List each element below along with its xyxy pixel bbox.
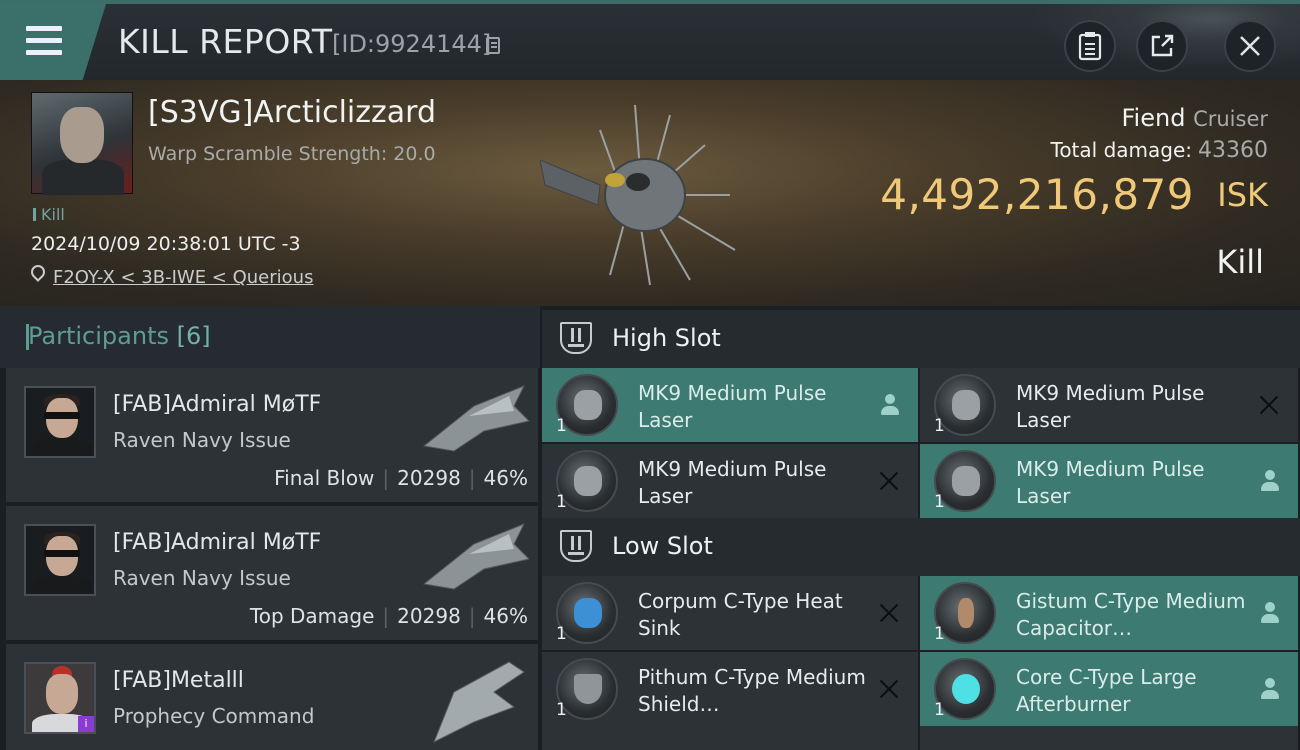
module-quantity: 1 xyxy=(934,700,945,720)
person-icon xyxy=(880,394,900,416)
participant-name: [FAB]Metalll xyxy=(113,668,244,693)
module-name: Core C-Type Large Afterburner xyxy=(1016,665,1197,716)
module-slot[interactable]: 1 Core C-Type Large Afterburner xyxy=(920,652,1298,726)
warp-scramble-strength: Warp Scramble Strength: 20.0 xyxy=(148,143,436,165)
participant-percent: 46% xyxy=(483,466,528,490)
participants-count: [6] xyxy=(176,322,211,350)
participant-damage: 20298 xyxy=(397,604,461,628)
module-name: MK9 Medium Pulse Laser xyxy=(1016,457,1205,508)
participant-name: [FAB]Admiral MøTF xyxy=(113,530,322,555)
person-icon xyxy=(1260,678,1280,700)
kill-location-link[interactable]: F2OY-X < 3B-IWE < Querious xyxy=(53,267,313,288)
participant-row[interactable]: i [FAB]Metalll Prophecy Command xyxy=(6,644,538,750)
menu-button[interactable] xyxy=(0,4,106,80)
module-slot[interactable]: 1 MK9 Medium Pulse Laser xyxy=(542,444,918,518)
participant-ship: Raven Navy Issue xyxy=(113,428,291,452)
victim-avatar[interactable] xyxy=(31,92,133,195)
module-slot[interactable]: 1 Gistum C-Type Medium Capacitor… xyxy=(920,576,1298,650)
close-button[interactable] xyxy=(1224,20,1276,72)
module-name: Corpum C-Type Heat Sink xyxy=(638,589,843,640)
destroyed-icon xyxy=(878,602,900,624)
participant-percent: 46% xyxy=(483,604,528,628)
module-name: MK9 Medium Pulse Laser xyxy=(638,381,827,432)
isk-unit: ISK xyxy=(1217,176,1268,214)
participant-ship: Prophecy Command xyxy=(113,704,315,728)
low-slot-header: Low Slot xyxy=(542,518,1300,576)
participant-stats: Final Blow | 20298 | 46% xyxy=(274,466,528,490)
module-quantity: 1 xyxy=(556,624,567,644)
participant-role: Final Blow xyxy=(274,466,375,490)
module-quantity: 1 xyxy=(934,416,945,436)
person-icon xyxy=(1260,470,1280,492)
low-slot-label: Low Slot xyxy=(612,532,713,560)
clipboard-button[interactable] xyxy=(1064,20,1116,72)
ship-name[interactable]: Fiend Cruiser xyxy=(1121,104,1268,132)
module-name: Pithum C-Type Medium Shield… xyxy=(638,665,866,716)
menu-icon xyxy=(26,26,62,31)
isk-value: 4,492,216,879 xyxy=(880,170,1194,219)
module-name: MK9 Medium Pulse Laser xyxy=(1016,381,1205,432)
total-damage: Total damage: 43360 xyxy=(1050,138,1269,163)
participant-damage: 20298 xyxy=(397,466,461,490)
module-quantity: 1 xyxy=(934,492,945,512)
high-slot-header: High Slot xyxy=(542,310,1300,368)
participant-role: Top Damage xyxy=(249,604,375,628)
participant-ship-image xyxy=(422,385,530,452)
module-slot-partial[interactable] xyxy=(920,726,1298,750)
victim-ship-image xyxy=(540,104,736,286)
module-name: MK9 Medium Pulse Laser xyxy=(638,457,827,508)
destroyed-icon xyxy=(1258,394,1280,416)
kill-tag: Kill xyxy=(33,205,65,224)
high-slot-icon xyxy=(560,322,592,354)
participant-avatar xyxy=(24,386,96,458)
participant-row[interactable]: [FAB]Admiral MøTF Raven Navy Issue Final… xyxy=(6,368,538,502)
export-icon xyxy=(1151,34,1174,57)
participant-ship-image xyxy=(422,523,530,590)
module-slot-partial[interactable] xyxy=(542,726,918,750)
participant-avatar: i xyxy=(24,662,96,734)
clipboard-icon xyxy=(1078,32,1102,61)
module-name: Gistum C-Type Medium Capacitor… xyxy=(1016,589,1246,640)
low-slot-icon xyxy=(560,530,592,562)
ship-class: Cruiser xyxy=(1193,107,1268,131)
module-quantity: 1 xyxy=(556,416,567,436)
module-slot[interactable]: 1 Pithum C-Type Medium Shield… xyxy=(542,652,918,726)
report-id: [ID:9924144] xyxy=(332,30,492,58)
participants-title[interactable]: Participants [6] xyxy=(26,322,211,350)
top-bar: KILL REPORT [ID:9924144] xyxy=(0,0,1300,80)
corp-badge: i xyxy=(78,716,94,732)
participant-name: [FAB]Admiral MøTF xyxy=(113,392,322,417)
module-slot[interactable]: 1 Corpum C-Type Heat Sink xyxy=(542,576,918,650)
total-damage-value: 43360 xyxy=(1198,138,1268,163)
participant-ship-image xyxy=(433,661,525,744)
module-quantity: 1 xyxy=(556,700,567,720)
participant-row[interactable]: [FAB]Admiral MøTF Raven Navy Issue Top D… xyxy=(6,506,538,640)
high-slot-label: High Slot xyxy=(612,324,721,352)
result-label: Kill xyxy=(1216,243,1264,281)
destroyed-icon xyxy=(878,470,900,492)
module-slot[interactable]: 1 MK9 Medium Pulse Laser xyxy=(920,444,1298,518)
participant-ship: Raven Navy Issue xyxy=(113,566,291,590)
close-icon xyxy=(1240,36,1260,56)
participant-stats: Top Damage | 20298 | 46% xyxy=(249,604,528,628)
export-button[interactable] xyxy=(1136,20,1188,72)
participant-avatar xyxy=(24,524,96,596)
destroyed-icon xyxy=(878,678,900,700)
kill-datetime: 2024/10/09 20:38:01 UTC -3 xyxy=(31,233,301,255)
module-quantity: 1 xyxy=(934,624,945,644)
page-title: KILL REPORT xyxy=(118,22,333,61)
module-slot[interactable]: 1 MK9 Medium Pulse Laser xyxy=(542,368,918,442)
victim-name[interactable]: [S3VG]Arcticlizzard xyxy=(148,95,436,130)
person-icon xyxy=(1260,602,1280,624)
module-quantity: 1 xyxy=(556,492,567,512)
copy-icon[interactable] xyxy=(486,37,500,54)
module-slot[interactable]: 1 MK9 Medium Pulse Laser xyxy=(920,368,1298,442)
